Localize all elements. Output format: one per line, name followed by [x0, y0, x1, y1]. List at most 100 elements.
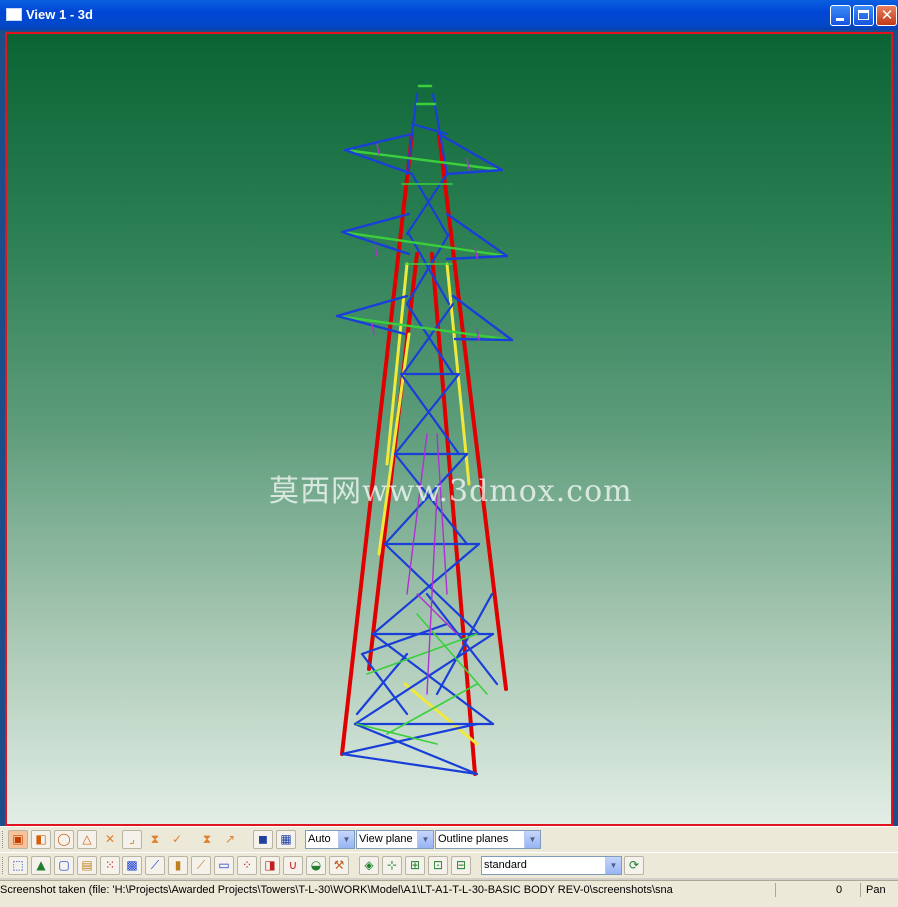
chevron-down-icon: ▼	[605, 857, 621, 874]
delete-icon: ✕	[104, 832, 116, 846]
magnet-icon: ∪	[288, 858, 298, 872]
watermark-text: 莫西网www.3dmox.com	[269, 474, 633, 509]
cross-arms	[335, 132, 514, 342]
custom-button[interactable]: ⚒	[329, 856, 349, 875]
snap-icon: ▩	[126, 858, 138, 872]
triangle-button[interactable]: △	[77, 830, 97, 849]
snap-node-icon: ⊡	[432, 858, 444, 872]
plane-button[interactable]: ◒	[306, 856, 326, 875]
auto-select[interactable]: Auto ▼	[305, 830, 355, 849]
snap-line-button[interactable]: ⊟	[451, 856, 471, 875]
status-count: 0	[836, 884, 843, 896]
select-button[interactable]: ◧	[31, 830, 51, 849]
close-button[interactable]: ✕	[876, 5, 897, 26]
delete-button[interactable]: ✕	[100, 830, 120, 849]
component-button[interactable]: ◨	[260, 856, 280, 875]
component-icon: ◨	[264, 858, 276, 872]
select-icon: ◧	[35, 832, 47, 846]
line-icon: ▮	[174, 858, 182, 872]
hourglass2-icon: ⧗	[202, 832, 212, 846]
snap-center-icon: ⊞	[409, 858, 421, 872]
window-title: View 1 - 3d	[26, 7, 93, 22]
3d-viewport[interactable]: 莫西网www.3dmox.com	[5, 32, 893, 826]
close-icon: ✕	[880, 6, 894, 24]
grid-button[interactable]: ▦	[276, 830, 296, 849]
perp-button[interactable]: ▭	[214, 856, 234, 875]
ortho-button[interactable]: ▣	[8, 830, 28, 849]
dots-button[interactable]: ⁘	[237, 856, 257, 875]
toolbar-view: ▣ ◧ ◯ △ ✕ ⌟ ⧗ ✓ ⧗ ↗ ◼ ▦ Auto ▼ View plan…	[0, 826, 898, 852]
triangle-icon: △	[82, 832, 92, 846]
snap-end-button[interactable]: ⊹	[382, 856, 402, 875]
midpoint-button[interactable]: ⟋	[191, 856, 211, 875]
status-divider	[860, 883, 861, 897]
circle-icon: ◯	[57, 832, 71, 846]
circle-button[interactable]: ◯	[54, 830, 74, 849]
snap-point-button[interactable]: ◈	[359, 856, 379, 875]
outline-planes-select[interactable]: Outline planes ▼	[435, 830, 541, 849]
view-plane-select[interactable]: View plane ▼	[356, 830, 434, 849]
bolt-button[interactable]: ▢	[54, 856, 74, 875]
grid-icon: ▦	[280, 832, 292, 846]
weld-button[interactable]: ▤	[77, 856, 97, 875]
render-button[interactable]: ◼	[253, 830, 273, 849]
check-icon: ✓	[171, 832, 183, 846]
bolt-icon: ▢	[58, 858, 70, 872]
auto-select-value: Auto	[308, 833, 331, 845]
maximize-button[interactable]	[853, 5, 874, 26]
snap2-button[interactable]: ⟋	[145, 856, 165, 875]
snap-point-icon: ◈	[364, 858, 374, 872]
status-divider	[775, 883, 776, 897]
arrow-icon: ↗	[224, 832, 236, 846]
perp-icon: ▭	[218, 858, 230, 872]
part-icon: ▲	[36, 858, 46, 872]
standard-select-value: standard	[484, 859, 527, 871]
hourglass2-button[interactable]: ⧗	[197, 830, 217, 849]
midpoint-icon: ⟋	[196, 858, 206, 872]
status-message: Screenshot taken (file: 'H:\Projects\Awa…	[0, 884, 673, 896]
hourglass-button[interactable]: ⧗	[145, 830, 165, 849]
refresh-icon: ⟳	[628, 858, 640, 872]
grid-points-icon: ⁙	[104, 858, 116, 872]
outline-planes-value: Outline planes	[438, 833, 509, 845]
snap-node-button[interactable]: ⊡	[428, 856, 448, 875]
tower-model	[335, 84, 514, 776]
select-all-button[interactable]: ⬚	[8, 856, 28, 875]
minimize-button[interactable]	[830, 5, 851, 26]
plane-icon: ◒	[310, 858, 322, 872]
magnet-button[interactable]: ∪	[283, 856, 303, 875]
minimize-icon	[836, 18, 844, 21]
dimension-icon: ⌟	[129, 832, 135, 846]
snap-end-icon: ⊹	[386, 858, 398, 872]
maximize-icon	[858, 10, 869, 20]
select-all-icon: ⬚	[12, 858, 24, 872]
title-bar[interactable]: View 1 - 3d ✕	[0, 0, 898, 30]
snap2-icon: ⟋	[150, 858, 160, 872]
view-plane-value: View plane	[359, 833, 413, 845]
part-button[interactable]: ▲	[31, 856, 51, 875]
snap-line-icon: ⊟	[455, 858, 467, 872]
toolbar-snap: ⬚ ▲ ▢ ▤ ⁙ ▩ ⟋ ▮ ⟋ ▭ ⁘ ◨ ∪ ◒ ⚒ ◈ ⊹ ⊞ ⊡ ⊟ …	[0, 852, 898, 878]
toolbar-grip[interactable]	[2, 831, 6, 848]
dots-icon: ⁘	[241, 858, 253, 872]
standard-select[interactable]: standard ▼	[481, 856, 622, 875]
window-icon	[6, 8, 22, 21]
line-button[interactable]: ▮	[168, 856, 188, 875]
grid-points-button[interactable]: ⁙	[100, 856, 120, 875]
ortho-icon: ▣	[12, 832, 24, 846]
snap-center-button[interactable]: ⊞	[405, 856, 425, 875]
check-button[interactable]: ✓	[167, 830, 187, 849]
toolbar-grip[interactable]	[2, 857, 6, 874]
chevron-down-icon: ▼	[417, 831, 433, 848]
custom-icon: ⚒	[333, 858, 345, 872]
chevron-down-icon: ▼	[524, 831, 540, 848]
chevron-down-icon: ▼	[338, 831, 354, 848]
weld-icon: ▤	[81, 858, 93, 872]
arrow-button[interactable]: ↗	[220, 830, 240, 849]
status-mode: Pan	[866, 884, 886, 896]
snap-button[interactable]: ▩	[122, 856, 142, 875]
dimension-button[interactable]: ⌟	[122, 830, 142, 849]
refresh-button[interactable]: ⟳	[624, 856, 644, 875]
status-bar: Screenshot taken (file: 'H:\Projects\Awa…	[0, 880, 898, 907]
hourglass-icon: ⧗	[150, 832, 160, 846]
